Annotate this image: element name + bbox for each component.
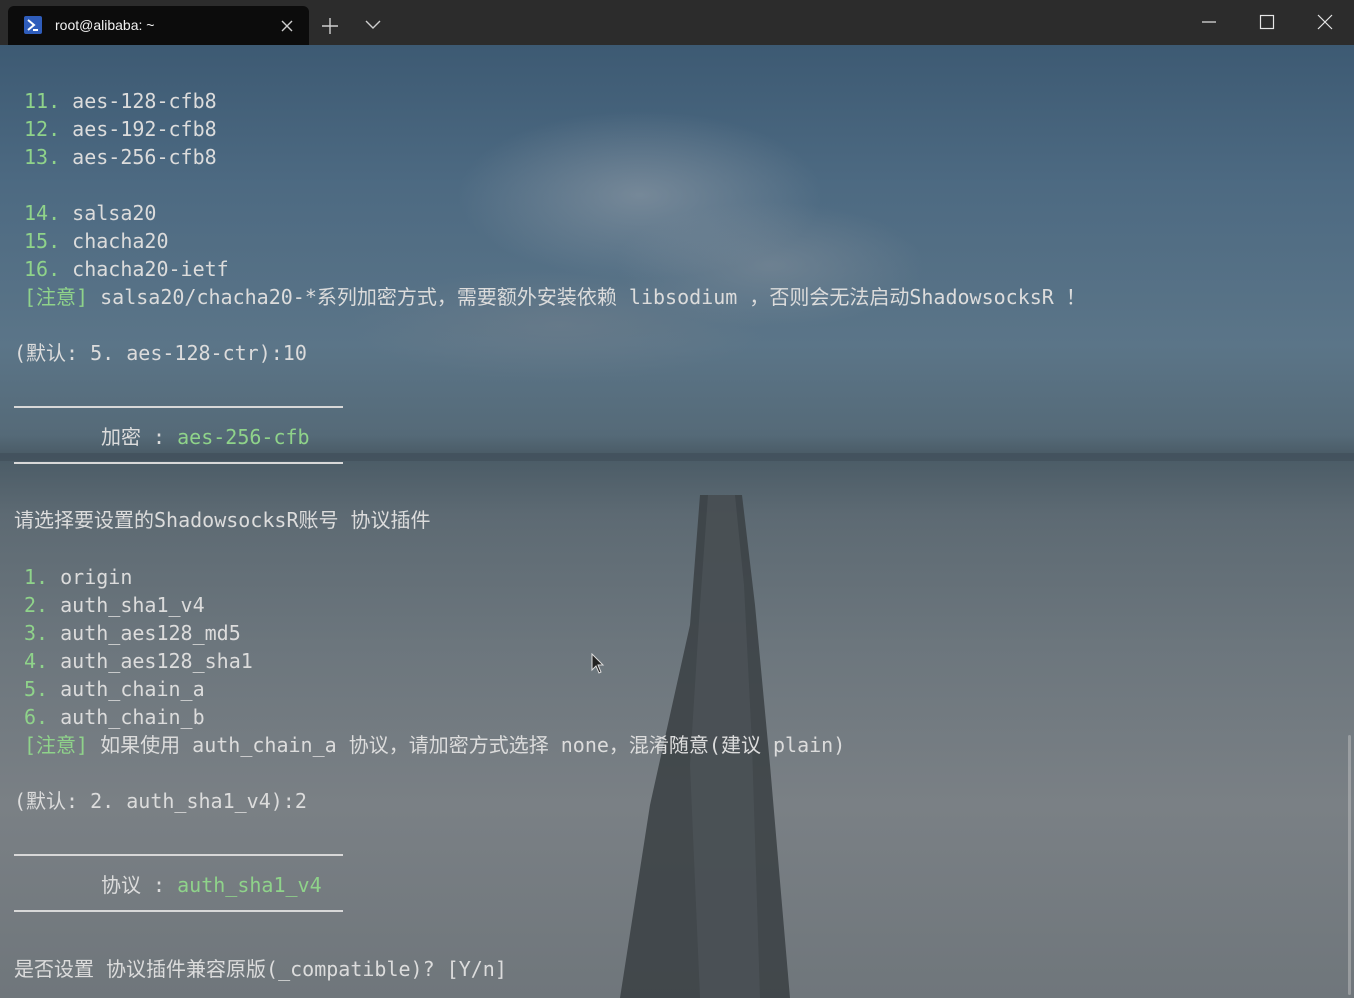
mouse-cursor-icon — [591, 652, 605, 679]
terminal-output[interactable]: 11. aes-128-cfb8 12. aes-192-cfb8 13. ae… — [0, 45, 1354, 998]
plus-icon[interactable] — [320, 16, 340, 36]
list-item: 5. auth_chain_a — [24, 677, 205, 701]
prompt-line: 是否设置 协议插件兼容原版(_compatible)? [Y/n] — [14, 957, 507, 981]
tab-title: root@alibaba: ~ — [55, 17, 155, 33]
chevron-down-icon[interactable] — [363, 17, 383, 33]
prompt-line: (默认: 5. aes-128-ctr):10 — [14, 341, 307, 365]
list-item: 1. origin — [24, 565, 133, 589]
list-item: 14. salsa20 — [24, 201, 157, 225]
divider — [14, 910, 343, 912]
prompt-line: (默认: 2. auth_sha1_v4):2 — [14, 789, 307, 813]
list-item: 16. chacha20-ietf — [24, 257, 229, 281]
title-bar: root@alibaba: ~ — [0, 0, 1354, 45]
close-icon[interactable] — [278, 17, 296, 35]
powershell-icon — [24, 16, 42, 34]
list-item: 2. auth_sha1_v4 — [24, 593, 205, 617]
list-item: 6. auth_chain_b — [24, 705, 205, 729]
result-line: 协议 : auth_sha1_v4 — [101, 873, 322, 897]
terminal-tab[interactable]: root@alibaba: ~ — [8, 6, 309, 45]
minimize-icon[interactable] — [1180, 0, 1238, 45]
notice-line: [注意] salsa20/chacha20-*系列加密方式，需要额外安装依赖 l… — [24, 285, 1086, 309]
list-item: 11. aes-128-cfb8 — [24, 89, 217, 113]
result-line: 加密 : aes-256-cfb — [101, 425, 310, 449]
list-item: 15. chacha20 — [24, 229, 169, 253]
divider — [14, 854, 343, 856]
list-item: 13. aes-256-cfb8 — [24, 145, 217, 169]
maximize-icon[interactable] — [1238, 0, 1296, 45]
list-item: 12. aes-192-cfb8 — [24, 117, 217, 141]
notice-line: [注意] 如果使用 auth_chain_a 协议，请加密方式选择 none，混… — [24, 733, 846, 757]
list-item: 3. auth_aes128_md5 — [24, 621, 241, 645]
divider — [14, 406, 343, 408]
divider — [14, 462, 343, 464]
window-close-icon[interactable] — [1296, 0, 1354, 45]
scrollbar[interactable] — [1348, 735, 1351, 995]
list-item: 4. auth_aes128_sha1 — [24, 649, 253, 673]
section-heading: 请选择要设置的ShadowsocksR账号 协议插件 — [14, 508, 431, 532]
